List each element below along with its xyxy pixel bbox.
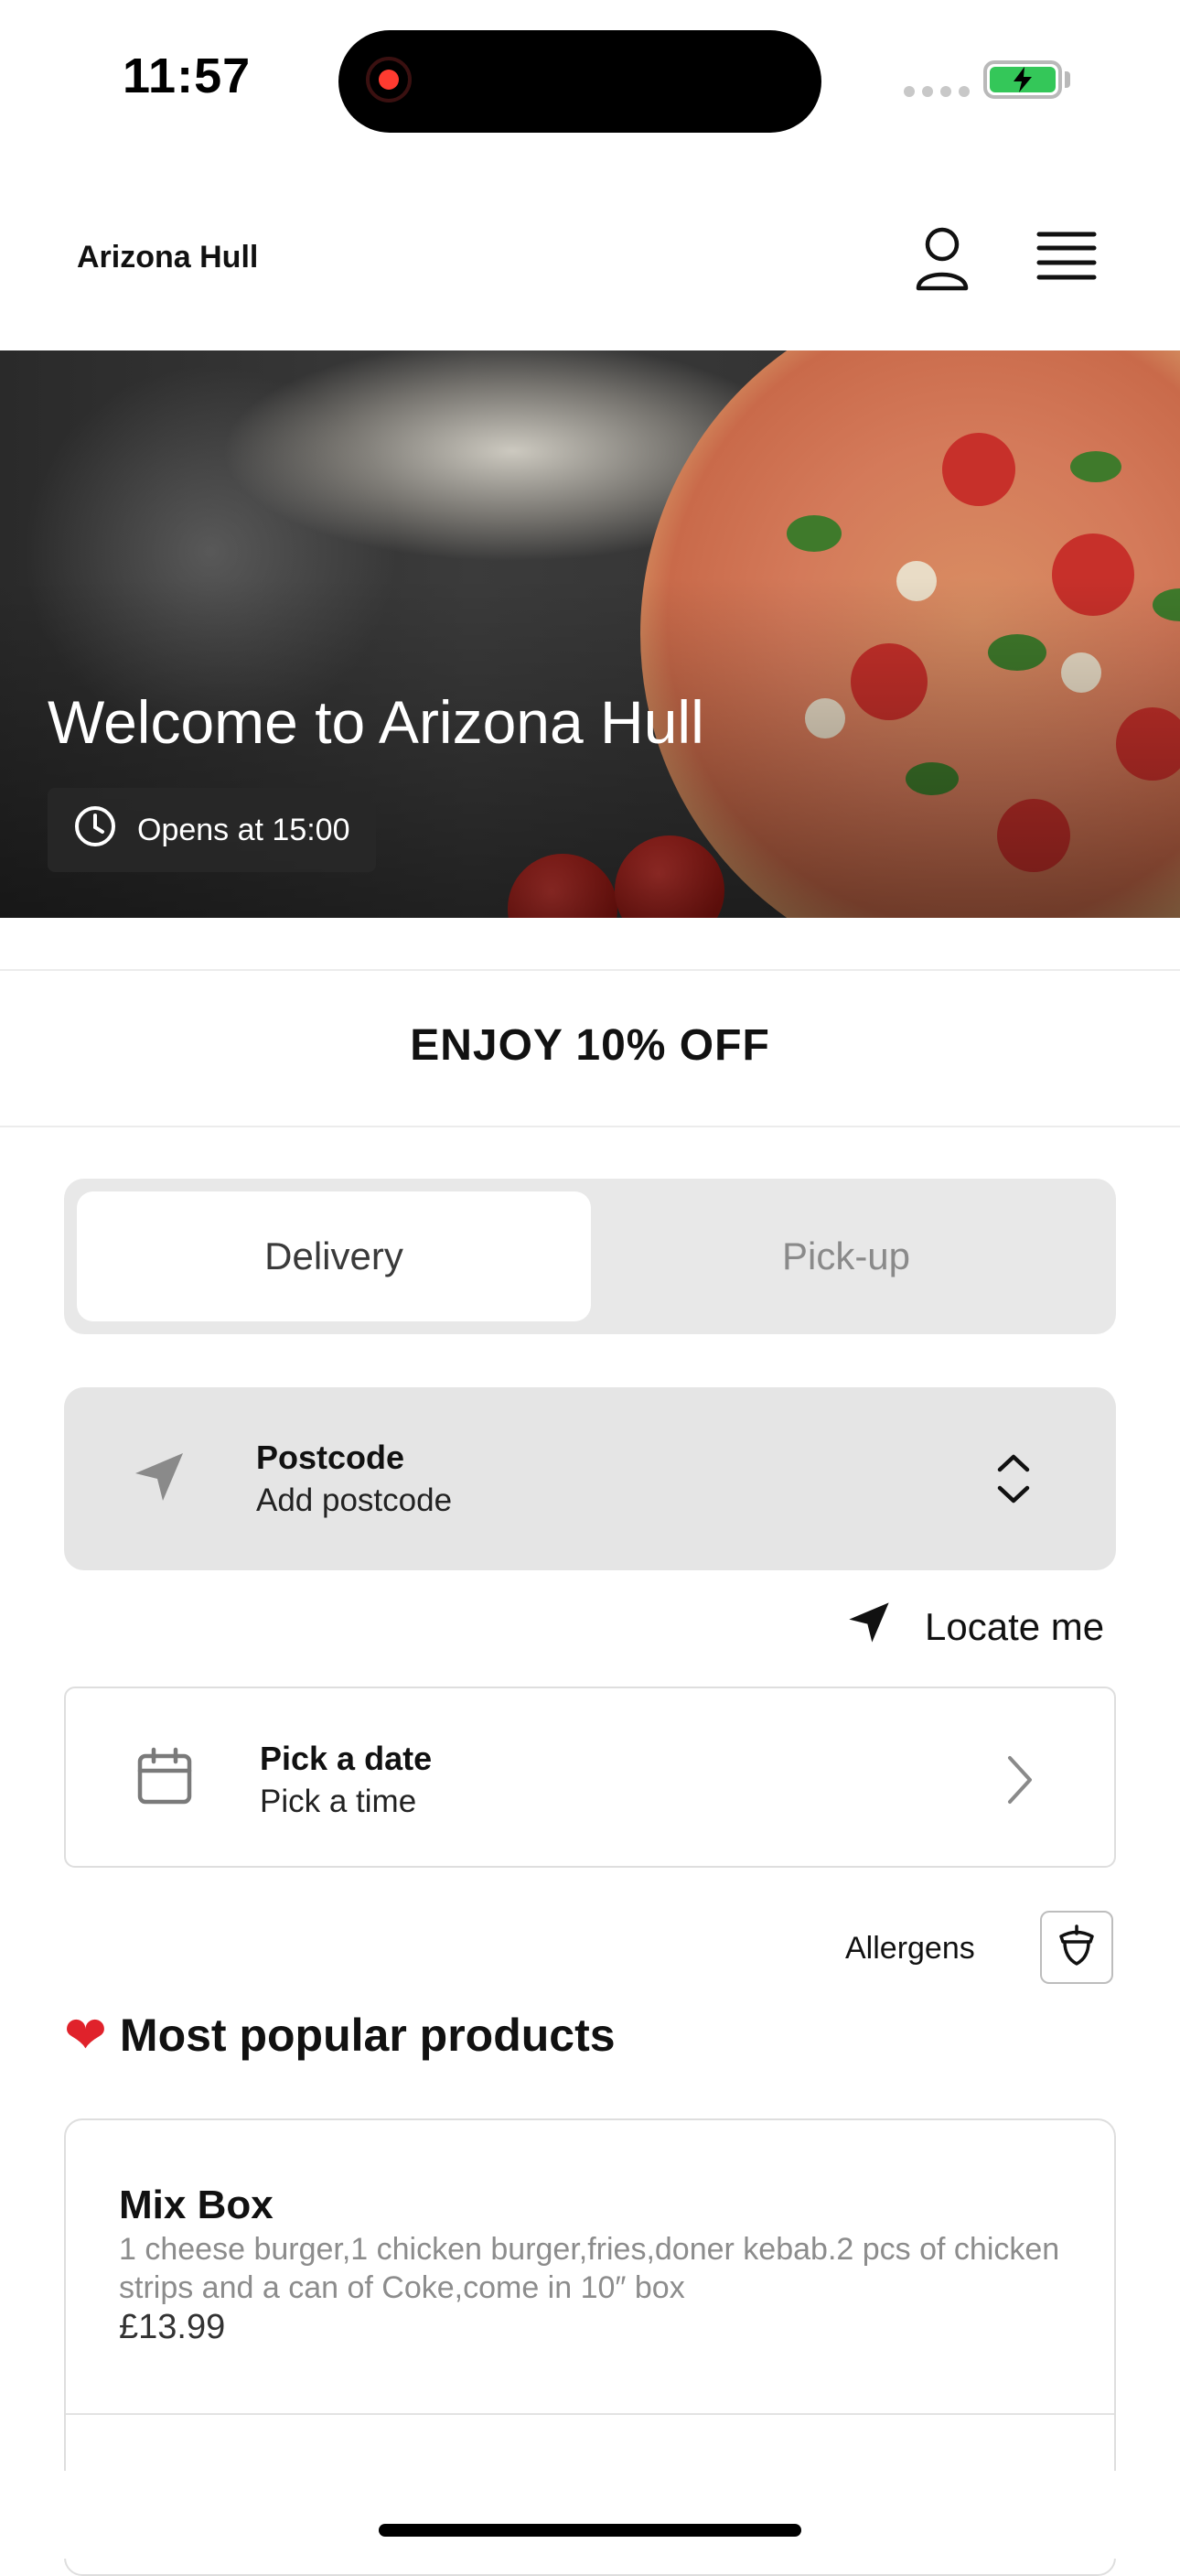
postcode-field[interactable]: Postcode Add postcode bbox=[64, 1387, 1116, 1570]
popular-heading: ❤ Most popular products bbox=[64, 2009, 616, 2062]
chevron-right-icon bbox=[1004, 1754, 1035, 1810]
postcode-label: Postcode bbox=[256, 1439, 405, 1476]
divider bbox=[0, 969, 1180, 971]
calendar-icon bbox=[135, 1747, 194, 1810]
location-arrow-icon bbox=[846, 1600, 892, 1654]
acorn-icon bbox=[1057, 1924, 1096, 1971]
product-description: 1 cheese burger,1 chicken burger,fries,d… bbox=[119, 2232, 1060, 2305]
locate-me-button[interactable]: Locate me bbox=[846, 1600, 1104, 1654]
date-label: Pick a date bbox=[260, 1740, 433, 1777]
status-time: 11:57 bbox=[123, 49, 252, 103]
opening-time-badge: Opens at 15:00 bbox=[48, 788, 376, 872]
popular-heading-text: Most popular products bbox=[119, 2010, 616, 2061]
opening-time-text: Opens at 15:00 bbox=[137, 812, 350, 847]
divider bbox=[66, 2413, 1114, 2415]
home-indicator[interactable] bbox=[379, 2524, 801, 2537]
product-name: Mix Box bbox=[119, 2183, 274, 2227]
hero-banner: Welcome to Arizona Hull Opens at 15:00 bbox=[0, 350, 1180, 918]
tab-delivery[interactable]: Delivery bbox=[77, 1191, 591, 1321]
battery-cap bbox=[1065, 71, 1070, 88]
recording-indicator-icon bbox=[366, 57, 412, 102]
promo-banner[interactable]: ENJOY 10% OFF bbox=[0, 1020, 1180, 1071]
postcode-placeholder: Add postcode bbox=[256, 1482, 453, 1518]
allergens-button[interactable] bbox=[1040, 1911, 1113, 1984]
hero-title: Welcome to Arizona Hull bbox=[48, 688, 704, 756]
time-label: Pick a time bbox=[260, 1784, 417, 1819]
clock-icon bbox=[73, 804, 117, 857]
date-time-picker[interactable]: Pick a date Pick a time bbox=[64, 1687, 1116, 1868]
locate-me-label: Locate me bbox=[925, 1605, 1105, 1648]
tab-pickup[interactable]: Pick-up bbox=[589, 1191, 1103, 1321]
brand-name: Arizona Hull bbox=[77, 240, 259, 275]
allergens-label: Allergens bbox=[845, 1931, 975, 1966]
product-price: £13.99 bbox=[119, 2308, 226, 2346]
heart-icon: ❤ bbox=[64, 2006, 107, 2064]
hamburger-menu-icon[interactable] bbox=[1034, 225, 1100, 287]
user-icon[interactable] bbox=[906, 218, 979, 300]
up-down-chevron-icon bbox=[995, 1450, 1032, 1513]
battery-icon bbox=[983, 60, 1062, 99]
location-arrow-icon bbox=[132, 1450, 187, 1509]
divider bbox=[0, 1126, 1180, 1127]
order-mode-toggle: Delivery Pick-up bbox=[64, 1179, 1116, 1334]
signal-icon bbox=[904, 86, 970, 97]
